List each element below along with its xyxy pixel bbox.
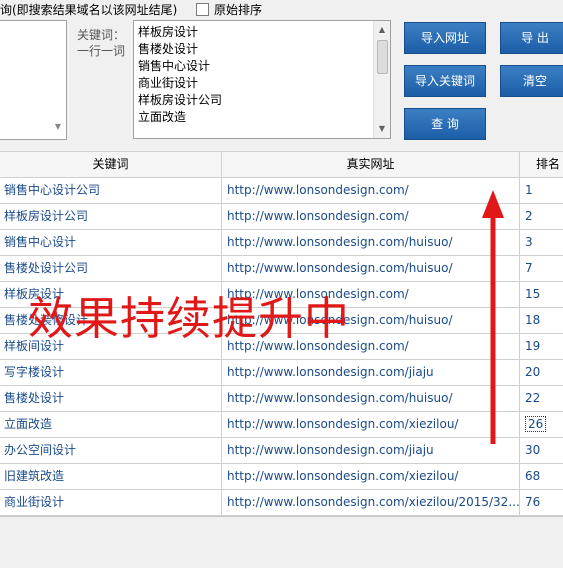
- rank-value: 1: [525, 183, 533, 197]
- keyword-cell: 旧建筑改造: [0, 463, 222, 489]
- keyword-cell: 商业街设计: [0, 489, 222, 515]
- rank-value: 20: [525, 365, 541, 379]
- import-keywords-button[interactable]: 导入关键词: [404, 65, 486, 97]
- url-cell: http://www.lonsondesign.com/huisuo/: [222, 385, 520, 411]
- table-row[interactable]: 商业街设计 http://www.lonsondesign.com/xiezil…: [0, 489, 563, 516]
- rank-cell: 18: [520, 307, 563, 333]
- original-order-checkbox[interactable]: [196, 3, 209, 16]
- rank-cell: 3: [520, 229, 563, 255]
- keyword-cell: 写字楼设计: [0, 359, 222, 385]
- keyword-cell: 办公空间设计: [0, 437, 222, 463]
- scroll-thumb[interactable]: [377, 40, 388, 74]
- keyword-cell: 售楼处设计公司: [0, 255, 222, 281]
- rank-cell: 2: [520, 203, 563, 229]
- export-button[interactable]: 导 出: [500, 22, 563, 54]
- rank-cell: 76: [520, 489, 563, 515]
- keyword-cell: 销售中心设计: [0, 229, 222, 255]
- clear-button[interactable]: 清空: [500, 65, 563, 97]
- rank-value: 15: [525, 287, 541, 301]
- url-cell: http://www.lonsondesign.com/xiezilou/201…: [222, 489, 520, 515]
- url-cell: http://www.lonsondesign.com/: [222, 203, 520, 229]
- table-header: 关键词 真实网址 排名: [0, 151, 563, 178]
- rank-value: 2: [525, 209, 533, 223]
- keyword-line: 销售中心设计: [138, 59, 211, 73]
- arrow-head: [482, 190, 504, 218]
- rank-cell: 15: [520, 281, 563, 307]
- scroll-up-icon[interactable]: ▲: [374, 23, 390, 37]
- scroll-down-icon[interactable]: ▼: [53, 122, 63, 134]
- table-row[interactable]: 旧建筑改造 http://www.lonsondesign.com/xiezil…: [0, 463, 563, 490]
- header-url[interactable]: 真实网址: [222, 152, 520, 177]
- keyword-line: 立面改造: [138, 110, 187, 124]
- keyword-cell: 销售中心设计公司: [0, 177, 222, 203]
- rank-value: 19: [525, 339, 541, 353]
- original-order-label: 原始排序: [214, 3, 263, 17]
- header-rank[interactable]: 排名: [520, 152, 563, 177]
- rank-value: 26: [525, 416, 547, 432]
- keyword-line: 样板房设计: [138, 25, 199, 39]
- rank-cell: 19: [520, 333, 563, 359]
- url-cell: http://www.lonsondesign.com/huisuo/: [222, 229, 520, 255]
- rank-value: 76: [525, 495, 541, 509]
- keyword-label: 关键词： 一行一词: [77, 27, 125, 59]
- up-arrow-icon: [482, 190, 504, 444]
- url-cell: http://www.lonsondesign.com/huisuo/: [222, 255, 520, 281]
- url-cell: http://www.lonsondesign.com/jiaju: [222, 359, 520, 385]
- keyword-line: 商业街设计: [138, 76, 199, 90]
- rank-cell: 68: [520, 463, 563, 489]
- keyword-line: 售楼处设计: [138, 42, 199, 56]
- keyword-scrollbar[interactable]: ▲ ▼: [373, 21, 390, 138]
- query-button[interactable]: 查 询: [404, 108, 486, 140]
- url-cell: http://www.lonsondesign.com/jiaju: [222, 437, 520, 463]
- rank-value: 68: [525, 469, 541, 483]
- keyword-label-line2: 一行一词: [77, 44, 126, 58]
- url-cell: http://www.lonsondesign.com/xiezilou/: [222, 463, 520, 489]
- url-cell: http://www.lonsondesign.com/: [222, 177, 520, 203]
- status-bar: [0, 516, 563, 568]
- rank-cell: 22: [520, 385, 563, 411]
- rank-cell: 1: [520, 177, 563, 203]
- keyword-textarea[interactable]: 样板房设计 售楼处设计 销售中心设计 商业街设计 样板房设计公司 立面改造 ▲ …: [133, 20, 391, 139]
- rank-value: 7: [525, 261, 533, 275]
- rank-cell: 7: [520, 255, 563, 281]
- rank-value: 22: [525, 391, 541, 405]
- annotation-text: 效果持续提升中: [28, 292, 351, 345]
- header-keyword[interactable]: 关键词: [0, 152, 222, 177]
- keyword-list: 样板房设计 售楼处设计 销售中心设计 商业街设计 样板房设计公司 立面改造: [138, 24, 368, 126]
- rank-cell: 26: [520, 411, 563, 437]
- keyword-cell: 立面改造: [0, 411, 222, 437]
- search-hint-text: 询(即搜索结果域名以该网址结尾): [0, 3, 178, 17]
- url-cell: http://www.lonsondesign.com/xiezilou/: [222, 411, 520, 437]
- keyword-line: 样板房设计公司: [138, 93, 223, 107]
- rank-value: 18: [525, 313, 541, 327]
- keyword-cell: 售楼处设计: [0, 385, 222, 411]
- scroll-down-icon[interactable]: ▼: [374, 122, 390, 136]
- rank-cell: 20: [520, 359, 563, 385]
- rank-cell: 30: [520, 437, 563, 463]
- rank-value: 30: [525, 443, 541, 457]
- rank-value: 3: [525, 235, 533, 249]
- keyword-cell: 样板房设计公司: [0, 203, 222, 229]
- import-url-button[interactable]: 导入网址: [404, 22, 486, 54]
- keyword-label-line1: 关键词：: [77, 28, 126, 42]
